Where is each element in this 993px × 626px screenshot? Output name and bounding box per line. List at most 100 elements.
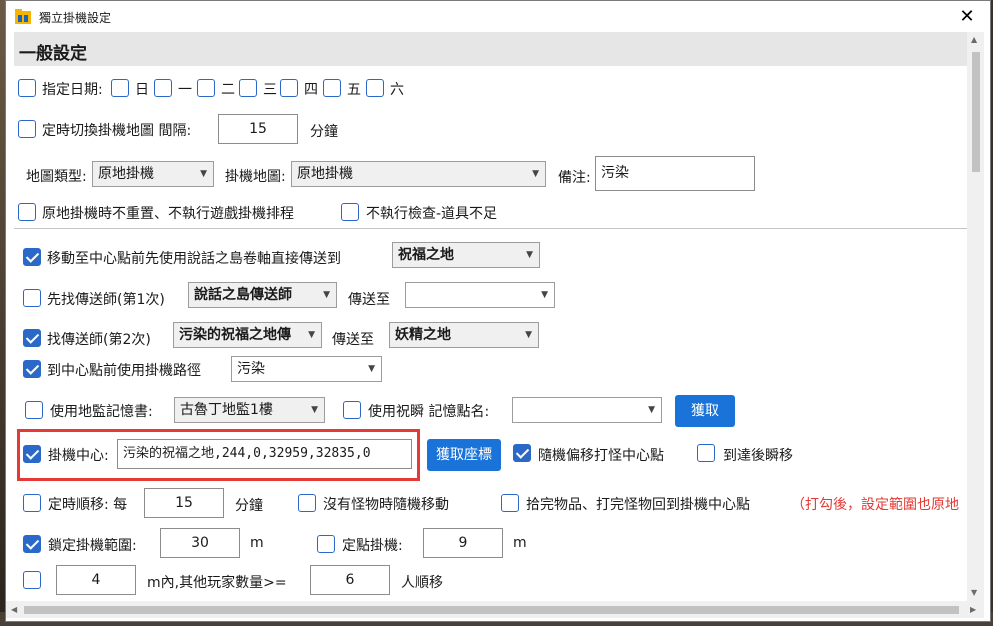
checkbox-no-monster[interactable] — [298, 494, 316, 512]
checkbox-blink[interactable] — [343, 401, 361, 419]
checkbox-day-mon[interactable] — [154, 79, 172, 97]
path-dropdown[interactable]: 污染 ▼ — [231, 356, 382, 382]
window-title: 獨立掛機設定 — [39, 11, 112, 25]
vertical-scroll-thumb[interactable] — [972, 52, 980, 172]
checkbox-teleporter-1[interactable] — [23, 289, 41, 307]
no-check-label: 不執行檢查-道具不足 — [366, 206, 498, 222]
center-label: 掛機中心: — [48, 448, 109, 464]
return-center-label: 拾完物品、打完怪物回到掛機中心點 — [526, 497, 750, 513]
day-label-mon: 一 — [178, 82, 192, 98]
day-label-wed: 三 — [263, 82, 277, 98]
player-distance-label: m內,其他玩家數量>= — [147, 575, 287, 591]
fixed-point-unit: m — [513, 535, 527, 551]
scroll-left-icon[interactable]: ◀ — [11, 605, 17, 614]
chevron-down-icon: ▼ — [311, 405, 318, 415]
map-dropdown[interactable]: 原地掛機 ▼ — [291, 161, 546, 187]
title-bar: 獨立掛機設定 ✕ — [6, 1, 990, 32]
checkbox-path[interactable] — [23, 360, 41, 378]
lock-range-label: 鎖定掛機範圍: — [48, 538, 137, 554]
checkbox-day-wed[interactable] — [239, 79, 257, 97]
checkbox-player-count[interactable] — [23, 571, 41, 589]
section-header: 一般設定 — [14, 32, 968, 66]
folder-app-icon — [15, 9, 31, 24]
checkbox-day-tue[interactable] — [197, 79, 215, 97]
chevron-down-icon: ▼ — [200, 169, 207, 179]
checkbox-day-sat[interactable] — [366, 79, 384, 97]
checkbox-map-switch[interactable] — [18, 120, 36, 138]
memory-book-dropdown[interactable]: 古魯丁地監1樓 ▼ — [174, 397, 325, 423]
path-label: 到中心點前使用掛機路徑 — [47, 363, 201, 379]
teleport-on-arrive-label: 到達後瞬移 — [723, 448, 793, 464]
teleporter-1-destination-dropdown[interactable]: ▼ — [405, 282, 555, 308]
checkbox-day-sun[interactable] — [111, 79, 129, 97]
lock-range-unit: m — [250, 535, 264, 551]
checkbox-days[interactable] — [18, 79, 36, 97]
teleporter-1-label: 先找傳送師(第1次) — [47, 292, 165, 308]
timed-move-interval-input[interactable]: 15 — [144, 488, 224, 518]
note-label: 備注: — [558, 170, 591, 186]
checkbox-no-check[interactable] — [341, 203, 359, 221]
checkbox-no-reset[interactable] — [18, 203, 36, 221]
chevron-down-icon: ▼ — [368, 364, 375, 374]
move-center-value: 祝福之地 — [398, 247, 454, 263]
checkbox-memory-book[interactable] — [25, 401, 43, 419]
lock-range-input[interactable]: 30 — [160, 528, 240, 558]
no-reset-label: 原地掛機時不重置、不執行遊戲掛機排程 — [42, 206, 294, 222]
memory-book-value: 古魯丁地監1樓 — [180, 402, 273, 418]
map-type-value: 原地掛機 — [98, 166, 154, 182]
chevron-down-icon: ▼ — [525, 330, 532, 340]
move-center-label: 移動至中心點前先使用說話之島卷軸直接傳送到 — [47, 251, 341, 267]
scroll-up-icon[interactable]: ▲ — [971, 35, 977, 44]
checkbox-center[interactable] — [23, 445, 41, 463]
map-switch-interval-input[interactable]: 15 — [218, 114, 298, 144]
chevron-down-icon: ▼ — [541, 290, 548, 300]
map-type-label: 地圖類型: — [26, 169, 87, 185]
horizontal-scrollbar[interactable]: ◀ ▶ — [6, 601, 984, 618]
day-label-sat: 六 — [390, 82, 404, 98]
teleporter-1-dropdown[interactable]: 說話之島傳送師 ▼ — [188, 282, 337, 308]
checkbox-random-offset[interactable] — [513, 444, 531, 462]
checkbox-fixed-point[interactable] — [317, 535, 335, 553]
checkbox-day-thu[interactable] — [280, 79, 298, 97]
teleporter-1-value: 說話之島傳送師 — [194, 287, 292, 303]
close-icon[interactable]: ✕ — [944, 1, 990, 32]
teleporter-2-destination-dropdown[interactable]: 妖精之地 ▼ — [389, 322, 539, 348]
player-distance-input[interactable]: 4 — [56, 565, 136, 595]
chevron-down-icon: ▼ — [526, 250, 533, 260]
map-type-dropdown[interactable]: 原地掛機 ▼ — [92, 161, 214, 187]
map-switch-label: 定時切換掛機地圖 間隔: — [42, 123, 192, 139]
scroll-down-icon[interactable]: ▼ — [971, 588, 977, 597]
checkbox-timed-move[interactable] — [23, 494, 41, 512]
checkbox-lock-range[interactable] — [23, 535, 41, 553]
chevron-down-icon: ▼ — [532, 169, 539, 179]
memory-book-label: 使用地監記憶書: — [50, 404, 153, 420]
center-coordinates-input[interactable]: 污染的祝福之地,244,0,32959,32835,0 — [117, 439, 412, 469]
fixed-point-input[interactable]: 9 — [423, 528, 503, 558]
checkbox-day-fri[interactable] — [323, 79, 341, 97]
day-label-fri: 五 — [347, 82, 361, 98]
path-value: 污染 — [237, 361, 265, 377]
checkbox-return-center[interactable] — [501, 494, 519, 512]
teleporter-2-dropdown[interactable]: 污染的祝福之地傳 ▼ — [173, 322, 322, 348]
blink-memory-dropdown[interactable]: ▼ — [512, 397, 662, 423]
fixed-point-label: 定點掛機: — [342, 538, 403, 554]
checkbox-move-center[interactable] — [23, 248, 41, 266]
player-count-input[interactable]: 6 — [310, 565, 390, 595]
map-value: 原地掛機 — [297, 166, 353, 182]
fetch-coordinates-button[interactable]: 獲取座標 — [427, 439, 501, 471]
scroll-right-icon[interactable]: ▶ — [970, 605, 976, 614]
checkbox-teleport-on-arrive[interactable] — [697, 444, 715, 462]
note-input[interactable]: 污染 — [595, 156, 755, 191]
horizontal-scroll-thumb[interactable] — [24, 606, 959, 614]
timed-move-unit: 分鐘 — [235, 498, 263, 514]
vertical-scrollbar[interactable]: ▲ ▼ — [967, 32, 984, 602]
chevron-down-icon: ▼ — [308, 330, 315, 340]
move-center-dropdown[interactable]: 祝福之地 ▼ — [392, 242, 540, 268]
fetch-button[interactable]: 獲取 — [675, 395, 735, 427]
teleporter-2-value: 污染的祝福之地傳 — [179, 327, 291, 343]
days-label: 指定日期: — [42, 82, 103, 98]
day-label-thu: 四 — [304, 82, 318, 98]
chevron-down-icon: ▼ — [323, 290, 330, 300]
checkbox-teleporter-2[interactable] — [23, 329, 41, 347]
settings-window: 獨立掛機設定 ✕ 一般設定 指定日期: 日 一 二 三 四 五 六 定時切換掛機… — [5, 0, 991, 622]
